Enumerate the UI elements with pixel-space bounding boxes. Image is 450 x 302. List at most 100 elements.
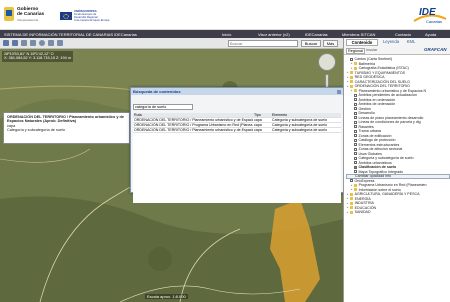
tab-contenido[interactable]: Contenido [346, 39, 378, 46]
layer-tree: Cantos (Carta Sentinel) + Batimetría + Carto… [346, 57, 450, 215]
nav-link-inicio[interactable]: Inicio [222, 32, 231, 37]
layer-checkbox[interactable] [354, 170, 357, 174]
expand-icon[interactable]: + [346, 71, 349, 74]
expand-icon[interactable]: + [350, 89, 353, 92]
search-dialog[interactable]: Búsqueda de contenidos Ruta Tipo Element… [130, 87, 344, 203]
folder-icon [354, 62, 358, 66]
measure-icon[interactable] [30, 40, 36, 46]
layer-checkbox[interactable] [354, 156, 357, 160]
folder-icon [350, 75, 354, 79]
tab-kml[interactable]: KML [404, 39, 418, 46]
dialog-search-input[interactable] [133, 104, 193, 110]
nav-link-miembros[interactable]: Miembros SITCAN [342, 32, 375, 37]
shield-icon [4, 7, 14, 21]
row-elemento: Categoría y subcategoría de suelo [272, 128, 327, 132]
ide-canarias-logo[interactable]: IDE Canarias [412, 5, 448, 27]
col-elemento[interactable]: Elemento [271, 113, 341, 117]
layer-checkbox[interactable] [354, 111, 357, 115]
row-tipo: capa [254, 118, 262, 122]
home-icon[interactable] [57, 40, 63, 46]
col-ruta[interactable]: Ruta [133, 113, 253, 117]
pan-icon[interactable] [21, 40, 27, 46]
nav-link-ayuda[interactable]: Ayuda [425, 32, 436, 37]
zoom-out-icon[interactable] [12, 40, 18, 46]
layer-checkbox[interactable] [354, 129, 357, 133]
tab-leyenda[interactable]: Leyenda [380, 39, 402, 46]
layer-checkbox[interactable] [354, 98, 357, 102]
feature-info-popup: ORDENACIÓN DEL TERRITORIO / Planeamiento… [3, 112, 130, 144]
row-ruta: ORDENACIÓN DEL TERRITORIO / Programa Urb… [134, 123, 253, 127]
gov-line2: de Canarias [17, 12, 45, 18]
gov-line3: Vicepresidencia [17, 17, 39, 22]
folder-icon [350, 80, 354, 84]
row-elemento: Categoría y subcategoría de suelo [272, 123, 327, 127]
col-tipo[interactable]: Tipo [253, 113, 271, 117]
top-nav: SISTEMA DE INFORMACIÓN TERRITORIAL DE CA… [0, 30, 450, 38]
folder-icon [354, 66, 358, 70]
folder-icon [350, 71, 354, 75]
close-icon[interactable] [337, 89, 341, 94]
eu-logo: UNIÓN EUROPEA Fondo Europeo de Desarroll… [60, 7, 112, 25]
expand-icon[interactable]: + [346, 197, 349, 200]
nav-link-visor-anterior[interactable]: Visor anterior (v2) [258, 32, 290, 37]
expand-icon[interactable]: + [350, 188, 353, 191]
layer-tree-item[interactable]: + SANIDAD [346, 210, 450, 215]
zoom-in-icon[interactable] [3, 40, 9, 46]
folder-icon [350, 197, 354, 201]
header: Gobierno de Canarias Vicepresidencia UNI… [0, 0, 450, 30]
layer-checkbox[interactable] [354, 93, 357, 97]
expand-icon[interactable]: + [346, 84, 349, 88]
print-icon[interactable] [48, 40, 54, 46]
ide-logo-sub: Canarias [426, 19, 443, 24]
layer-checkbox[interactable] [354, 138, 357, 142]
folder-icon [350, 206, 354, 210]
folder-icon [350, 84, 354, 88]
more-button[interactable]: Más [323, 40, 338, 47]
layer-checkbox[interactable] [354, 152, 357, 156]
layer-checkbox[interactable] [354, 165, 357, 169]
layer-checkbox[interactable] [350, 179, 353, 183]
coords-utm: X: 361.084,52 Y: 3.118.715,15 Z: 194 m [4, 56, 71, 61]
layer-checkbox[interactable] [354, 125, 357, 129]
layer-checkbox[interactable] [354, 116, 357, 120]
row-elemento: Categoría y subcategoría de suelo [272, 118, 327, 122]
eu-line4: Una manera de hacer Europa [74, 19, 110, 22]
expand-icon[interactable]: + [346, 210, 349, 214]
layer-checkbox[interactable] [354, 147, 357, 151]
toolbar-icons [3, 40, 63, 46]
folder-icon [354, 183, 358, 187]
row-tipo: capa [254, 128, 262, 132]
layer-label: SANIDAD [354, 210, 371, 214]
pan-control[interactable] [318, 53, 336, 71]
tab-regional[interactable]: Regional [346, 48, 365, 54]
expand-icon[interactable]: + [350, 66, 353, 70]
row-ruta: ORDENACIÓN DEL TERRITORIO / Planeamiento… [134, 118, 253, 122]
layer-checkbox[interactable] [354, 102, 357, 106]
row-ruta: ORDENACIÓN DEL TERRITORIO / Planeamiento… [134, 128, 253, 132]
grafcan-logo: GRAFCAN [424, 47, 447, 52]
layer-checkbox[interactable] [354, 143, 357, 147]
expand-icon[interactable]: + [350, 62, 353, 65]
tab-insular[interactable]: Insular [366, 48, 377, 52]
ide-logo-text: IDE [419, 7, 436, 18]
dialog-header[interactable]: Búsqueda de contenidos [131, 88, 343, 95]
gov-canarias-logo[interactable]: Gobierno de Canarias Vicepresidencia [3, 4, 55, 26]
layer-checkbox[interactable] [354, 107, 357, 111]
expand-icon[interactable]: + [346, 206, 349, 209]
folder-icon [350, 192, 354, 196]
panel-tabs: Contenido Leyenda KML GRAFCAN Regional I… [344, 38, 450, 55]
info-icon[interactable] [39, 40, 45, 46]
results-empty-area [133, 133, 341, 203]
search-button[interactable]: Buscar [301, 40, 321, 47]
search-input[interactable] [228, 40, 298, 47]
folder-icon [354, 188, 358, 192]
layer-checkbox[interactable] [354, 161, 357, 165]
layer-checkbox[interactable] [354, 120, 357, 124]
layer-checkbox[interactable] [354, 134, 357, 138]
nav-link-idecanarias[interactable]: IDECanarias [305, 32, 328, 37]
folder-icon [350, 210, 354, 214]
layers-panel: Contenido Leyenda KML GRAFCAN Regional I… [343, 38, 450, 302]
expand-icon[interactable]: + [346, 80, 349, 83]
map-toolbar: Buscar Más [0, 38, 343, 49]
nav-link-contacto[interactable]: Contacto [395, 32, 411, 37]
